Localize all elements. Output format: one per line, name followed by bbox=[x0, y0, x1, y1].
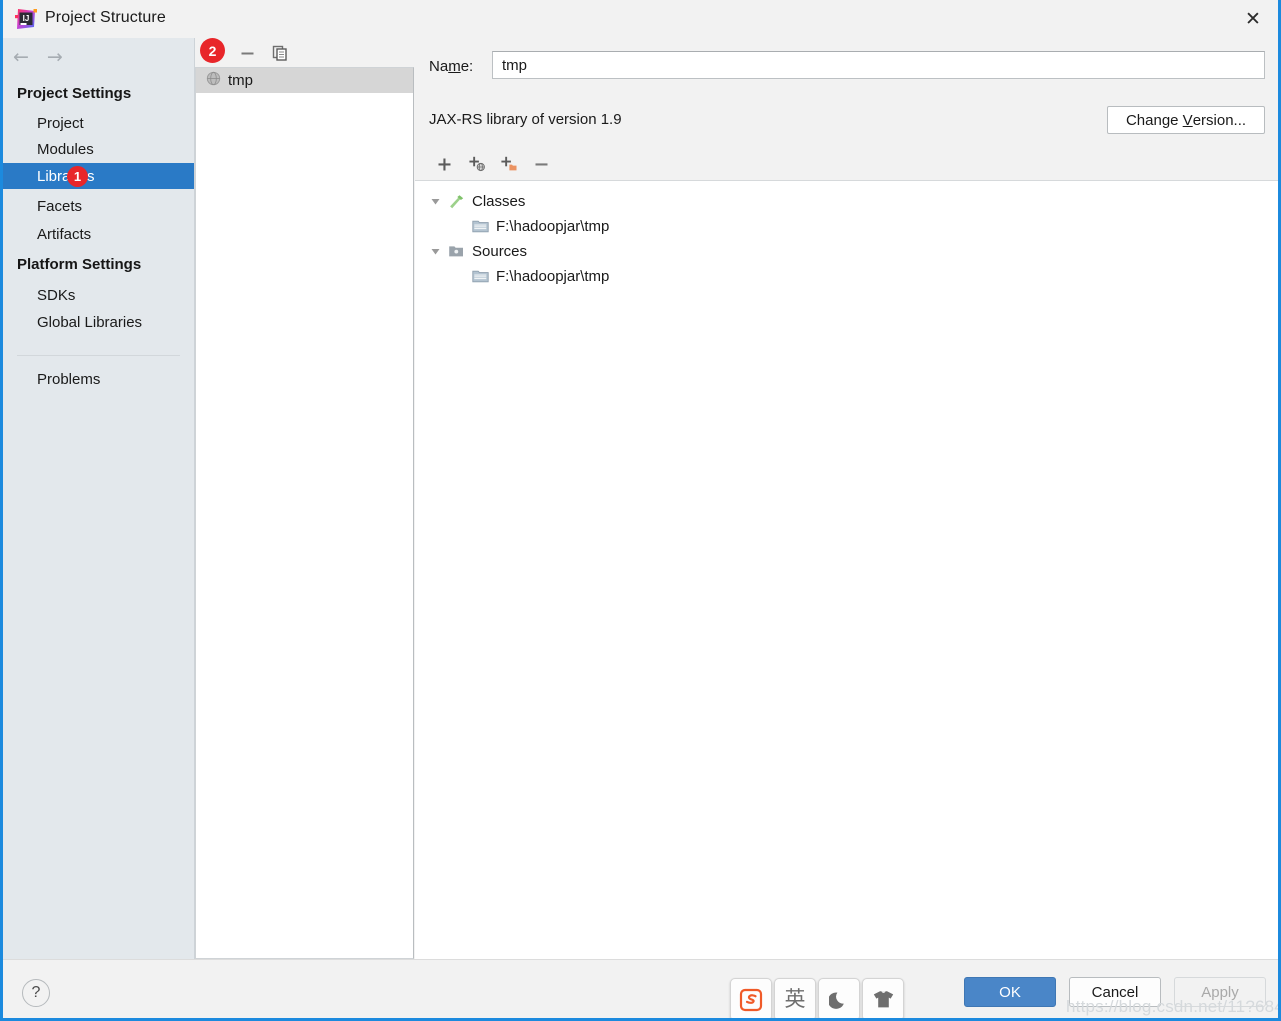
tree-node-sources[interactable]: Sources bbox=[429, 239, 527, 264]
sidebar-item-problems[interactable]: Problems bbox=[3, 366, 194, 392]
ime-toolbar: 英 bbox=[730, 978, 904, 1018]
sidebar-item-global-libraries[interactable]: Global Libraries bbox=[3, 309, 194, 335]
library-list-toolbar bbox=[195, 38, 415, 67]
tree-node-classes[interactable]: Classes bbox=[429, 189, 525, 214]
navigation-arrows: ← → bbox=[13, 48, 63, 67]
sidebar-item-label: Problems bbox=[37, 370, 101, 388]
sidebar-item-project[interactable]: Project bbox=[3, 110, 194, 136]
library-name: tmp bbox=[228, 72, 254, 89]
sidebar-divider bbox=[17, 355, 180, 356]
sidebar-item-label: Modules bbox=[37, 140, 94, 158]
sources-folder-icon bbox=[448, 244, 465, 260]
arrow-left-icon[interactable]: ← bbox=[13, 48, 29, 67]
library-roots-tree: Classes F:\hadoopjar\tmp Sources F:\hado… bbox=[415, 180, 1278, 959]
svg-text:IJ: IJ bbox=[23, 14, 30, 23]
sidebar-item-label: Facets bbox=[37, 197, 83, 215]
sidebar-item-facets[interactable]: Facets bbox=[3, 193, 194, 219]
tree-node-label: Sources bbox=[472, 243, 528, 260]
list-item[interactable]: tmp bbox=[196, 68, 413, 93]
archive-folder-icon bbox=[472, 219, 489, 235]
library-list: tmp bbox=[195, 67, 414, 959]
skin-shirt-icon[interactable] bbox=[862, 978, 904, 1018]
ok-button[interactable]: OK bbox=[964, 977, 1056, 1007]
apply-button[interactable]: Apply bbox=[1174, 977, 1266, 1007]
sidebar-item-label: SDKs bbox=[37, 286, 76, 304]
tree-node-label: Classes bbox=[472, 193, 526, 210]
close-icon[interactable]: ✕ bbox=[1230, 2, 1276, 36]
window-title: Project Structure bbox=[45, 9, 166, 26]
cancel-button[interactable]: Cancel bbox=[1069, 977, 1161, 1007]
intellij-idea-logo-icon: IJ bbox=[15, 8, 37, 30]
library-version-text: JAX-RS library of version 1.9 bbox=[429, 111, 622, 128]
tree-leaf-sources-path[interactable]: F:\hadoopjar\tmp bbox=[472, 264, 609, 289]
library-globe-icon bbox=[206, 71, 221, 90]
green-hammer-icon bbox=[448, 194, 465, 210]
tree-leaf-label: F:\hadoopjar\tmp bbox=[496, 218, 610, 235]
arrow-right-icon[interactable]: → bbox=[47, 48, 63, 67]
library-list-panel: tmp bbox=[195, 38, 415, 959]
sidebar-item-modules[interactable]: Modules bbox=[3, 136, 194, 162]
copy-library-icon[interactable] bbox=[268, 41, 292, 65]
remove-root-button[interactable] bbox=[528, 151, 554, 177]
library-roots-toolbar bbox=[423, 151, 563, 179]
moon-icon[interactable] bbox=[818, 978, 860, 1018]
tree-leaf-classes-path[interactable]: F:\hadoopjar\tmp bbox=[472, 214, 609, 239]
title-bar: IJ Project Structure ✕ bbox=[3, 0, 1278, 38]
library-name-input[interactable] bbox=[492, 51, 1265, 79]
sidebar-group-project-settings: Project Settings bbox=[17, 85, 132, 102]
question-mark-icon[interactable]: ? bbox=[22, 979, 50, 1007]
english-mode-icon[interactable]: 英 bbox=[774, 978, 816, 1018]
annotation-badge-2: 2 bbox=[200, 38, 225, 63]
library-detail-panel: Name: JAX-RS library of version 1.9 Chan… bbox=[415, 38, 1278, 959]
settings-sidebar: ← → Project Settings Project Modules Lib… bbox=[3, 38, 195, 959]
remove-library-button[interactable] bbox=[235, 41, 259, 65]
dialog-footer: ? OK Cancel Apply bbox=[3, 959, 1278, 1018]
triangle-down-icon[interactable] bbox=[429, 245, 442, 258]
sidebar-item-label: Project bbox=[37, 114, 84, 132]
annotation-badge-1: 1 bbox=[67, 166, 88, 187]
change-version-button[interactable]: Change Version... bbox=[1107, 106, 1265, 134]
attach-folder-root-button[interactable] bbox=[496, 151, 522, 177]
sidebar-group-platform-settings: Platform Settings bbox=[17, 256, 142, 273]
add-url-root-button[interactable] bbox=[464, 151, 490, 177]
name-label: Name: bbox=[429, 58, 474, 75]
sogou-logo-icon[interactable] bbox=[730, 978, 772, 1018]
archive-folder-icon bbox=[472, 269, 489, 285]
project-structure-dialog: IJ Project Structure ✕ ← → Project Setti… bbox=[0, 0, 1281, 1021]
sidebar-item-libraries[interactable]: Libraries bbox=[3, 163, 194, 189]
sidebar-item-artifacts[interactable]: Artifacts bbox=[3, 221, 194, 247]
sidebar-item-label: Artifacts bbox=[37, 225, 92, 243]
add-root-button[interactable] bbox=[431, 151, 457, 177]
sidebar-item-label: Global Libraries bbox=[37, 313, 143, 331]
sidebar-item-sdks[interactable]: SDKs bbox=[3, 282, 194, 308]
ime-mode-label: 英 bbox=[784, 987, 806, 1011]
triangle-down-icon[interactable] bbox=[429, 195, 442, 208]
tree-leaf-label: F:\hadoopjar\tmp bbox=[496, 268, 610, 285]
